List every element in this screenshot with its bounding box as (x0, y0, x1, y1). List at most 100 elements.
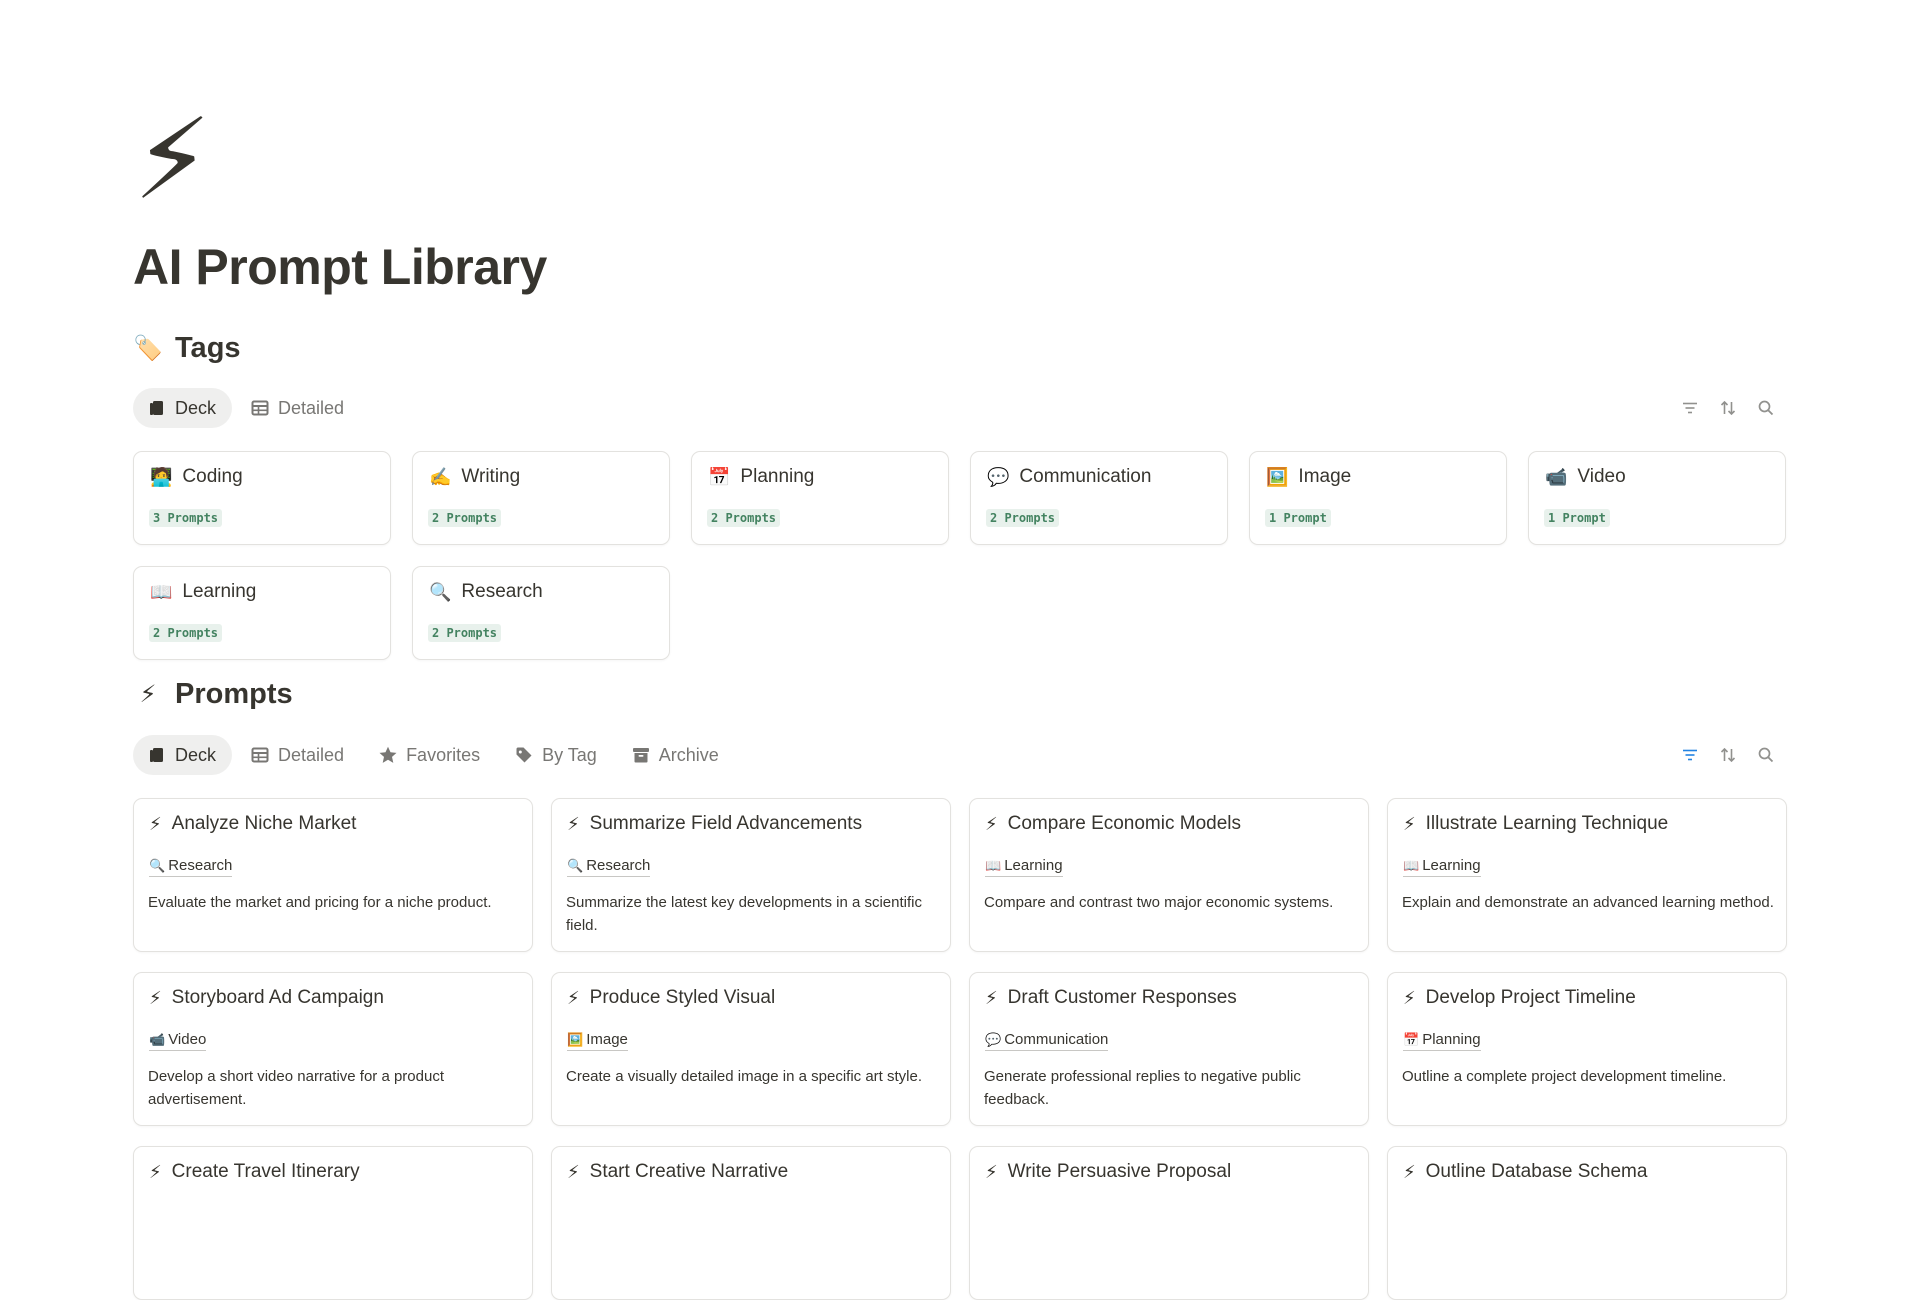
lightning-icon: ⚡ (1403, 987, 1416, 1008)
prompt-card-compare-economic-models[interactable]: ⚡ Compare Economic Models 📖 Learning Compa… (969, 798, 1369, 952)
prompts-view-bar: Deck Detailed Favorites By Tag Archive (133, 735, 1787, 775)
tags-view-bar: Deck Detailed (133, 388, 1787, 428)
prompt-description: Generate professional replies to negativ… (984, 1068, 1301, 1108)
prompt-title: Outline Database Schema (1425, 1161, 1648, 1182)
tag-card-title: Image (1298, 466, 1352, 487)
prompts-tab-deck[interactable]: Deck (133, 735, 233, 775)
prompts-tab-by-tag-label: By Tag (542, 744, 597, 765)
prompt-title: Draft Customer Responses (1007, 987, 1237, 1008)
prompt-tag-label: Video (168, 1031, 207, 1048)
prompt-tag-label: Research (168, 857, 233, 874)
filter-button[interactable] (1679, 744, 1701, 766)
tag-card-coding[interactable]: 🧑‍💻 Coding 3 Prompts (133, 451, 391, 545)
tag-card-image[interactable]: 🖼️ Image 1 Prompt (1249, 451, 1507, 545)
prompt-title: Summarize Field Advancements (589, 813, 863, 834)
prompts-tab-archive-label: Archive (658, 744, 719, 765)
filter-icon (1683, 402, 1697, 414)
tag-label-icon: 🏷️ (133, 335, 163, 362)
prompt-title: Create Travel Itinerary (171, 1161, 360, 1182)
tag-card-communication[interactable]: 💬 Communication 2 Prompts (970, 451, 1228, 545)
page-title: AI Prompt Library (133, 239, 547, 295)
tag-prompt-count: 3 Prompts (149, 509, 223, 527)
tag-icon (516, 747, 532, 763)
prompt-card-start-creative-narrative[interactable]: ⚡ Start Creative Narrative (551, 1146, 951, 1300)
lightning-icon: ⚡ (149, 987, 162, 1008)
prompt-title: Storyboard Ad Campaign (171, 987, 384, 1008)
tag-card-planning[interactable]: 📅 Planning 2 Prompts (691, 451, 949, 545)
prompts-section-header[interactable]: ⚡ Prompts (133, 678, 293, 711)
page-icon-lightning[interactable]: ⚡ (133, 104, 212, 216)
open-book-icon: 📖 (985, 858, 1002, 873)
tag-card-title: Research (461, 581, 543, 602)
filter-button[interactable] (1679, 397, 1701, 419)
prompt-card-outline-database-schema[interactable]: ⚡ Outline Database Schema (1387, 1146, 1787, 1300)
prompt-card-create-travel-itinerary[interactable]: ⚡ Create Travel Itinerary (133, 1146, 533, 1300)
prompt-tag-link[interactable]: 💬 Communication (985, 1030, 1109, 1051)
prompt-card-analyze-niche-market[interactable]: ⚡ Analyze Niche Market 🔍 Research Evaluate… (133, 798, 533, 952)
prompt-description: Outline a complete project development t… (1402, 1068, 1727, 1085)
tag-prompt-count: 1 Prompt (1544, 509, 1610, 527)
prompt-title: Produce Styled Visual (589, 987, 776, 1008)
prompt-card-draft-customer-responses[interactable]: ⚡ Draft Customer Responses 💬 Communication… (969, 972, 1369, 1126)
archive-icon (632, 748, 649, 763)
prompts-tab-archive[interactable]: Archive (617, 735, 735, 775)
search-button[interactable] (1755, 397, 1777, 419)
tags-view-tools (1679, 397, 1787, 419)
prompt-tag-link[interactable]: 🔍 Research (567, 856, 651, 877)
prompt-card-storyboard-ad-campaign[interactable]: ⚡ Storyboard Ad Campaign 📹 Video Develop a… (133, 972, 533, 1126)
lightning-icon: ⚡ (1403, 1161, 1416, 1182)
tags-tab-detailed-label: Detailed (278, 397, 345, 418)
prompt-tag-link[interactable]: 🔍 Research (149, 856, 233, 877)
lightning-icon: ⚡ (149, 813, 162, 834)
tags-tab-detailed[interactable]: Detailed (236, 388, 360, 428)
technologist-icon: 🧑‍💻 (150, 466, 173, 487)
framed-picture-icon: 🖼️ (1266, 466, 1289, 487)
filter-icon (1683, 749, 1697, 761)
search-icon (1758, 747, 1774, 763)
prompt-title: Develop Project Timeline (1425, 987, 1636, 1008)
tag-card-video[interactable]: 📹 Video 1 Prompt (1528, 451, 1786, 545)
prompt-tag-link[interactable]: 📖 Learning (1403, 856, 1481, 877)
tag-card-title: Communication (1019, 466, 1152, 487)
tag-card-title: Learning (182, 581, 257, 602)
prompt-card-illustrate-learning-technique[interactable]: ⚡ Illustrate Learning Technique 📖 Learning… (1387, 798, 1787, 952)
tag-card-writing[interactable]: ✍️ Writing 2 Prompts (412, 451, 670, 545)
lightning-icon: ⚡ (139, 681, 157, 708)
prompts-tab-by-tag[interactable]: By Tag (500, 735, 613, 775)
search-button[interactable] (1755, 744, 1777, 766)
tags-tab-deck[interactable]: Deck (133, 388, 233, 428)
prompt-tag-label: Learning (1004, 857, 1063, 874)
tag-card-research[interactable]: 🔍 Research 2 Prompts (412, 566, 670, 660)
speech-bubble-icon: 💬 (987, 466, 1010, 487)
tags-section-header[interactable]: 🏷️ Tags (133, 332, 241, 365)
sort-button[interactable] (1717, 744, 1739, 766)
prompt-tag-link[interactable]: 📹 Video (149, 1030, 207, 1051)
prompt-tag-link[interactable]: 📅 Planning (1403, 1030, 1481, 1051)
prompts-tab-deck-label: Deck (175, 744, 217, 765)
lightning-icon: ⚡ (567, 1161, 580, 1182)
star-icon (379, 746, 397, 763)
calendar-icon: 📅 (708, 466, 731, 487)
prompt-card-write-persuasive-proposal[interactable]: ⚡ Write Persuasive Proposal (969, 1146, 1369, 1300)
prompt-description: Evaluate the market and pricing for a ni… (148, 894, 492, 911)
lightning-icon: ⚡ (149, 1161, 162, 1182)
prompts-tab-favorites-label: Favorites (406, 744, 481, 765)
prompts-tab-favorites[interactable]: Favorites (364, 735, 496, 775)
lightning-icon: ⚡ (1403, 813, 1416, 834)
prompt-tag-link[interactable]: 📖 Learning (985, 856, 1063, 877)
prompt-title: Analyze Niche Market (171, 813, 357, 834)
table-icon (251, 400, 269, 416)
speech-bubble-icon: 💬 (985, 1032, 1002, 1047)
prompt-card-summarize-field-advancements[interactable]: ⚡ Summarize Field Advancements 🔍 Research … (551, 798, 951, 952)
prompt-description: Compare and contrast two major economic … (984, 894, 1334, 911)
lightning-icon: ⚡ (985, 987, 998, 1008)
prompt-card-produce-styled-visual[interactable]: ⚡ Produce Styled Visual 🖼️ Image Create a … (551, 972, 951, 1126)
prompt-description: Summarize the latest key developments in… (566, 894, 922, 934)
sort-button[interactable] (1717, 397, 1739, 419)
tag-card-learning[interactable]: 📖 Learning 2 Prompts (133, 566, 391, 660)
prompt-card-develop-project-timeline[interactable]: ⚡ Develop Project Timeline 📅 Planning Outl… (1387, 972, 1787, 1126)
prompt-tag-link[interactable]: 🖼️ Image (567, 1030, 628, 1051)
open-book-icon: 📖 (150, 581, 173, 602)
prompt-tag-label: Image (586, 1031, 628, 1048)
prompts-tab-detailed[interactable]: Detailed (236, 735, 360, 775)
